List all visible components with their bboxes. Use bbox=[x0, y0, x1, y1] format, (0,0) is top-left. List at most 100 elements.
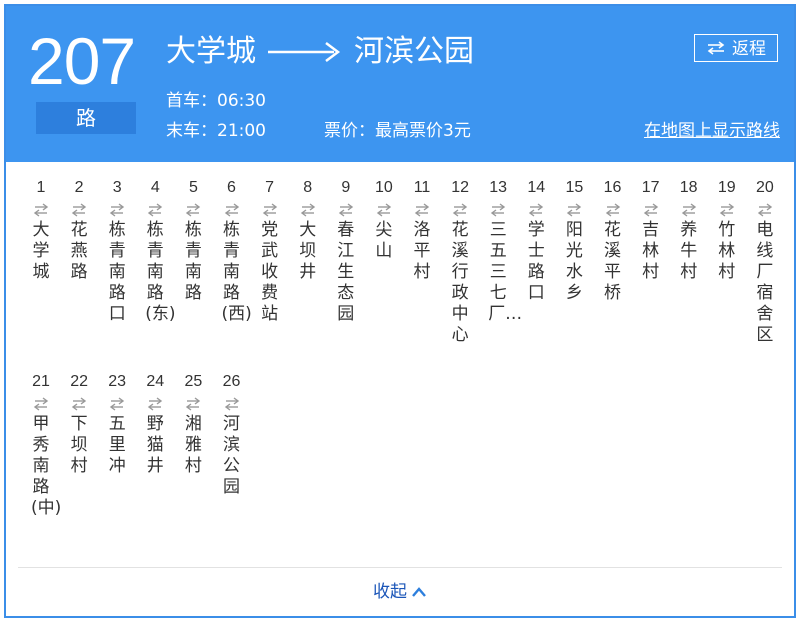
stop-item[interactable]: 12 花溪行政中心 bbox=[441, 176, 479, 346]
stop-name: 养牛村 bbox=[680, 220, 698, 282]
stop-number: 17 bbox=[641, 179, 660, 196]
swap-arrows-icon bbox=[643, 203, 658, 217]
stop-number: 16 bbox=[603, 179, 622, 196]
stop-number: 14 bbox=[527, 179, 546, 196]
stop-name: 三五三七厂… bbox=[488, 220, 523, 324]
stop-item[interactable]: 7 党武收费站 bbox=[251, 176, 289, 325]
stop-item[interactable]: 18 养牛村 bbox=[670, 176, 708, 283]
stop-number: 10 bbox=[374, 179, 393, 196]
origin-stop: 大学城 bbox=[166, 34, 256, 69]
swap-arrows-icon bbox=[33, 203, 49, 217]
swap-arrows-icon bbox=[452, 203, 468, 217]
stop-item[interactable]: 3 栋青南路口 bbox=[98, 176, 136, 325]
stop-number: 3 bbox=[112, 179, 122, 196]
route-number: 207 bbox=[28, 24, 136, 98]
swap-arrows-icon bbox=[71, 203, 87, 217]
stop-name: 花燕路 bbox=[70, 220, 88, 282]
divider bbox=[18, 567, 782, 568]
stop-name: 五里冲 bbox=[108, 414, 126, 476]
stop-item[interactable]: 26 河滨公园 bbox=[213, 370, 251, 498]
stop-item[interactable]: 24 野猫井 bbox=[136, 370, 174, 477]
swap-arrows-icon bbox=[262, 203, 277, 217]
route-header: 207 路 大学城 河滨公园 返程 首车：06:30 末车：21:00 票价：最高… bbox=[6, 6, 794, 162]
stop-item[interactable]: 6 栋青南路(西) bbox=[213, 176, 252, 325]
stop-number: 21 bbox=[32, 373, 50, 390]
stop-number: 24 bbox=[146, 373, 165, 390]
stop-item[interactable]: 5 栋青南路 bbox=[174, 176, 212, 304]
swap-arrows-icon bbox=[300, 203, 315, 217]
stop-name: 花溪平桥 bbox=[604, 220, 621, 303]
stop-name: 电线厂宿舍区 bbox=[756, 220, 774, 345]
stop-item[interactable]: 4 栋青南路(东) bbox=[136, 176, 176, 325]
stop-number: 12 bbox=[451, 179, 469, 196]
chevron-up-icon bbox=[412, 587, 426, 597]
stop-item[interactable]: 1 大学城 bbox=[22, 176, 60, 283]
stop-name: 栋青南路口 bbox=[108, 220, 126, 324]
stop-number: 7 bbox=[265, 179, 275, 196]
stop-number: 18 bbox=[679, 179, 698, 196]
stop-name: 竹林村 bbox=[718, 220, 736, 282]
stop-name: 春江生态园 bbox=[337, 220, 355, 324]
swap-arrows-icon bbox=[71, 397, 87, 411]
stop-item[interactable]: 2 花燕路 bbox=[60, 176, 98, 283]
bus-route-card: 207 路 大学城 河滨公园 返程 首车：06:30 末车：21:00 票价：最高… bbox=[4, 4, 796, 618]
stop-item[interactable]: 25 湘雅村 bbox=[174, 370, 212, 477]
stop-name: 河滨公园 bbox=[223, 414, 240, 497]
swap-arrows-icon bbox=[110, 203, 125, 217]
return-trip-button[interactable]: 返程 bbox=[694, 34, 778, 62]
swap-arrows-icon bbox=[491, 203, 506, 217]
stop-name: 花溪行政中心 bbox=[451, 220, 469, 345]
swap-arrows-icon bbox=[110, 397, 125, 411]
stop-number: 2 bbox=[74, 179, 84, 196]
stop-name: 大学城 bbox=[32, 220, 50, 282]
stop-item[interactable]: 10 尖山 bbox=[365, 176, 403, 262]
stop-number: 15 bbox=[565, 179, 584, 196]
stop-name: 阳光水乡 bbox=[565, 220, 583, 303]
long-arrow-right-icon bbox=[268, 42, 341, 62]
swap-arrows-icon bbox=[33, 397, 49, 411]
swap-arrows-icon bbox=[707, 41, 725, 55]
route-direction: 大学城 河滨公园 bbox=[166, 32, 474, 72]
swap-arrows-icon bbox=[605, 203, 620, 217]
route-suffix: 路 bbox=[36, 102, 136, 134]
stop-item[interactable]: 21 甲秀南路(中) bbox=[22, 370, 62, 519]
schedule: 首车：06:30 末车：21:00 bbox=[166, 86, 266, 146]
stop-number: 9 bbox=[341, 179, 351, 196]
stop-number: 25 bbox=[184, 373, 203, 390]
stop-item[interactable]: 23 五里冲 bbox=[98, 370, 136, 477]
stop-name: 吉林村 bbox=[642, 220, 660, 282]
stop-item[interactable]: 14 学士路口 bbox=[517, 176, 555, 304]
destination-stop: 河滨公园 bbox=[354, 34, 474, 69]
swap-arrows-icon bbox=[186, 397, 201, 411]
stop-name: 栋青南路 bbox=[184, 220, 202, 303]
stop-item[interactable]: 11 洛平村 bbox=[403, 176, 441, 283]
stop-item[interactable]: 20 电线厂宿舍区 bbox=[746, 176, 784, 346]
stop-item[interactable]: 8 大坝井 bbox=[289, 176, 327, 283]
stop-item[interactable]: 19 竹林村 bbox=[708, 176, 746, 283]
stop-item[interactable]: 16 花溪平桥 bbox=[594, 176, 632, 304]
return-trip-label: 返程 bbox=[732, 39, 766, 59]
stop-number: 13 bbox=[489, 179, 508, 196]
stop-name: 洛平村 bbox=[413, 220, 431, 282]
swap-arrows-icon bbox=[757, 203, 773, 217]
collapse-button[interactable]: 收起 bbox=[6, 578, 794, 606]
stop-item[interactable]: 15 阳光水乡 bbox=[555, 176, 593, 304]
stop-number: 8 bbox=[303, 179, 313, 196]
stop-name: 党武收费站 bbox=[261, 220, 279, 324]
swap-arrows-icon bbox=[148, 203, 163, 217]
swap-arrows-icon bbox=[338, 203, 353, 217]
stop-number: 4 bbox=[150, 179, 160, 196]
stop-item[interactable]: 22 下坝村 bbox=[60, 370, 98, 477]
stop-number: 6 bbox=[227, 179, 236, 196]
stop-item[interactable]: 9 春江生态园 bbox=[327, 176, 365, 325]
show-route-on-map-link[interactable]: 在地图上显示路线 bbox=[644, 116, 780, 146]
swap-arrows-icon bbox=[148, 397, 163, 411]
stop-item[interactable]: 17 吉林村 bbox=[632, 176, 670, 283]
fare-info: 票价：最高票价3元 bbox=[324, 121, 471, 141]
stop-name: 甲秀南路(中) bbox=[31, 414, 62, 518]
stop-name: 栋青南路(东) bbox=[145, 220, 176, 324]
stop-number: 19 bbox=[717, 179, 736, 196]
swap-arrows-icon bbox=[529, 203, 544, 217]
stop-item[interactable]: 13 三五三七厂… bbox=[479, 176, 523, 325]
first-bus-time: 首车：06:30 bbox=[166, 91, 266, 111]
